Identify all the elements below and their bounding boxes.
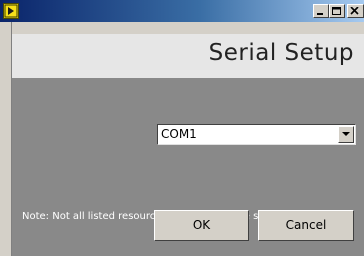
cancel-button[interactable]: Cancel [258, 210, 354, 241]
serial-setup-window: Serial Setup COM1 Note: Not all listed r… [0, 0, 364, 256]
title-bar[interactable] [0, 0, 364, 22]
page-title: Serial Setup [208, 40, 354, 66]
chevron-down-icon [342, 132, 350, 136]
maximize-icon [332, 7, 341, 15]
close-button[interactable] [347, 4, 364, 18]
window-frame-left [0, 22, 12, 256]
minimize-icon [317, 13, 323, 15]
minimize-button[interactable] [313, 4, 329, 18]
serial-resource-select[interactable]: COM1 [157, 124, 356, 145]
select-value: COM1 [161, 127, 197, 141]
main-panel: COM1 Note: Not all listed resources may … [12, 78, 364, 256]
maximize-button[interactable] [329, 4, 345, 18]
close-icon [350, 7, 359, 15]
ok-button[interactable]: OK [154, 210, 249, 241]
select-dropdown-button[interactable] [338, 126, 354, 143]
header-bar: Serial Setup [12, 34, 364, 78]
labview-vi-icon[interactable] [3, 3, 19, 19]
